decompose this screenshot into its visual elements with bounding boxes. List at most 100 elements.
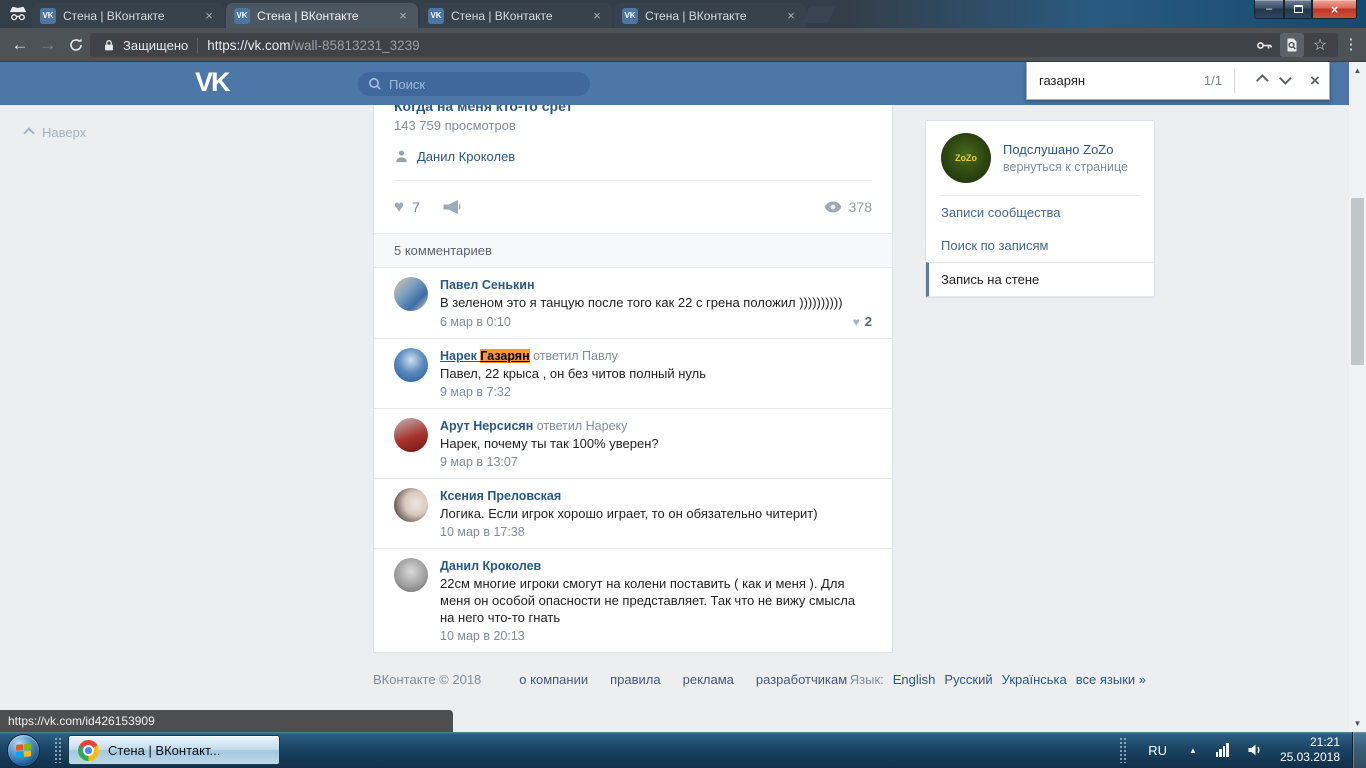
comment-author-link[interactable]: Арут Нерсисян [440, 419, 533, 433]
close-window-button[interactable]: × [1312, 0, 1357, 19]
tab-close-icon[interactable]: × [590, 9, 604, 22]
browser-toolbar: ← → Защищено https://vk.com/wall-8581323… [0, 28, 1366, 62]
tab-4[interactable]: VK Стена | ВКонтакте × [614, 3, 806, 28]
scrollbar-thumb[interactable] [1351, 198, 1364, 365]
divider [197, 38, 198, 53]
new-tab-button[interactable] [802, 6, 836, 23]
taskbar-chrome-button[interactable]: Стена | ВКонтакт... [68, 735, 280, 765]
find-in-page-icon [1284, 37, 1300, 53]
address-bar[interactable]: Защищено https://vk.com/wall-85813231_32… [90, 33, 1338, 57]
taskbar-button-title: Стена | ВКонтакт... [108, 743, 220, 758]
page-actions: ☆ [1252, 33, 1332, 57]
bookmark-star-button[interactable]: ☆ [1308, 33, 1332, 57]
find-in-page-indicator[interactable] [1280, 33, 1304, 57]
language-indicator[interactable]: RU [1148, 743, 1167, 758]
vk-search-input[interactable] [389, 77, 569, 92]
tab-1[interactable]: VK Стена | ВКонтакте × [32, 3, 224, 28]
tab-2-active[interactable]: VK Стена | ВКонтакте × [226, 3, 418, 28]
avatar[interactable] [394, 277, 428, 311]
avatar[interactable] [394, 348, 428, 382]
post-signer-link[interactable]: Данил Кроколев [417, 149, 515, 164]
comment-like-counter[interactable]: ♥ 2 [853, 314, 872, 329]
find-match-highlight[interactable]: Газарян [480, 349, 529, 363]
comment-date-link[interactable]: 10 мар в 20:13 [440, 629, 525, 643]
window-controls: – × [1254, 0, 1357, 19]
language-russian[interactable]: Русский [944, 672, 992, 687]
maximize-button[interactable] [1284, 0, 1312, 19]
group-avatar[interactable]: ZoZo [941, 133, 991, 183]
show-desktop-button[interactable] [1352, 732, 1366, 768]
group-back-link[interactable]: вернуться к странице [1003, 159, 1128, 176]
group-name-link[interactable]: Подслушано ZoZo [1003, 141, 1128, 159]
comments-header: 5 комментариев [374, 233, 892, 268]
like-count[interactable]: 7 [412, 199, 420, 215]
eye-icon [824, 201, 842, 213]
browser-menu-button[interactable]: ⋮ [1340, 33, 1362, 57]
windows-logo-icon [16, 743, 32, 759]
comment-author-link[interactable]: Данил Кроколев [440, 559, 541, 573]
find-input[interactable] [1039, 73, 1169, 88]
minimize-button[interactable]: – [1254, 0, 1284, 19]
scrollbar[interactable]: ▲ ▼ [1349, 62, 1366, 732]
comment-row: Арут Нерсисян ответил Нареку Нарек, поче… [374, 408, 892, 478]
vk-search-box[interactable] [358, 72, 590, 96]
language-english[interactable]: English [893, 672, 936, 687]
avatar[interactable] [394, 418, 428, 452]
footer-link-rules[interactable]: правила [610, 672, 660, 687]
footer-links: о компании правила реклама разработчикам [519, 672, 847, 687]
taskbar: Стена | ВКонтакт... RU ▲ 21:21 25.03.201… [0, 732, 1366, 768]
vk-logo[interactable]: VK [195, 67, 229, 98]
saved-passwords-key-button[interactable] [1252, 33, 1276, 57]
comment-date-link[interactable]: 9 мар в 13:07 [440, 455, 518, 469]
comment-reply-label: ответил Нареку [537, 419, 628, 433]
sidebar-item-community-posts[interactable]: Записи сообщества [926, 196, 1154, 229]
tab-close-icon[interactable]: × [396, 9, 410, 22]
language-ukrainian[interactable]: Українська [1002, 672, 1067, 687]
screen: VK Стена | ВКонтакте × VK Стена | ВКонта… [0, 0, 1366, 768]
tab-close-icon[interactable]: × [202, 9, 216, 22]
footer-link-developers[interactable]: разработчикам [756, 672, 847, 687]
copyright: ВКонтакте © 2018 [373, 672, 481, 687]
group-row: ZoZo Подслушано ZoZo вернуться к страниц… [926, 121, 1154, 195]
footer-link-ads[interactable]: реклама [683, 672, 734, 687]
avatar[interactable] [394, 488, 428, 522]
url-text[interactable]: https://vk.com/wall-85813231_3239 [207, 38, 419, 53]
back-button[interactable]: ← [8, 33, 32, 57]
show-hidden-icons-button[interactable]: ▲ [1189, 746, 1197, 755]
forward-button[interactable]: → [36, 33, 60, 57]
scroll-down-button[interactable]: ▼ [1349, 715, 1366, 732]
comment-author-link[interactable]: Павел Сенькин [440, 278, 535, 292]
tray-time: 21:21 [1280, 735, 1340, 750]
avatar[interactable] [394, 558, 428, 592]
comment-date-link[interactable]: 6 мар в 0:10 [440, 315, 511, 329]
find-previous-button[interactable] [1245, 67, 1273, 95]
tab-close-icon[interactable]: × [784, 9, 798, 22]
tab-title: Стена | ВКонтакте [257, 9, 389, 23]
vk-favicon: VK [40, 8, 56, 24]
tab-3[interactable]: VK Стена | ВКонтакте × [420, 3, 612, 28]
comment-date-link[interactable]: 10 мар в 17:38 [440, 525, 525, 539]
back-to-top-link[interactable]: Наверх [25, 125, 86, 140]
scroll-up-button[interactable]: ▲ [1349, 62, 1366, 79]
security-label[interactable]: Защищено [123, 38, 188, 53]
volume-icon[interactable] [1247, 743, 1263, 757]
language-all[interactable]: все языки » [1076, 672, 1146, 687]
find-close-button[interactable]: × [1301, 67, 1329, 95]
status-url-tooltip: https://vk.com/id426153909 [0, 710, 453, 732]
network-icon[interactable] [1216, 743, 1229, 757]
comment-author-link[interactable]: Нарек [440, 349, 480, 363]
comment-author-link[interactable]: Ксения Преловская [440, 489, 561, 503]
reload-button[interactable] [64, 33, 88, 57]
clock[interactable]: 21:21 25.03.2018 [1280, 735, 1340, 765]
comment-text: Павел, 22 крыса , он без читов полный ну… [440, 365, 872, 382]
like-icon[interactable]: ♥ [394, 197, 404, 217]
start-button[interactable] [7, 734, 40, 767]
find-next-button[interactable] [1273, 67, 1301, 95]
footer-link-about[interactable]: о компании [519, 672, 588, 687]
comment-date-link[interactable]: 9 мар в 7:32 [440, 385, 511, 399]
find-match-count: 1/1 [1204, 73, 1222, 88]
sidebar-item-post-search[interactable]: Поиск по записям [926, 229, 1154, 262]
share-megaphone-icon[interactable] [442, 199, 461, 216]
key-icon [1256, 37, 1273, 54]
sidebar-item-wall-post-active[interactable]: Запись на стене [926, 262, 1154, 297]
